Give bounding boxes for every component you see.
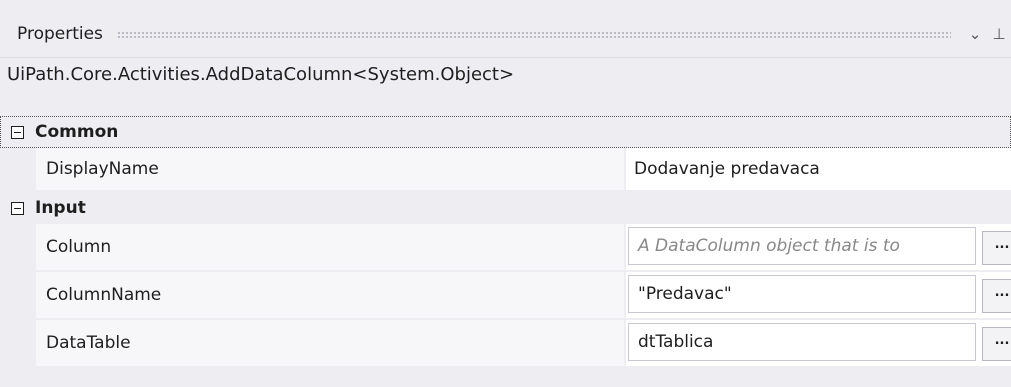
chevron-down-icon[interactable]: ⌄ [963, 25, 987, 43]
property-name-cell: DataTable [36, 320, 624, 368]
datatable-value: dtTablica ... [626, 320, 1011, 368]
category-label: Input [35, 198, 86, 218]
property-name: DisplayName [46, 159, 159, 179]
column-ellipsis-button[interactable]: ... [982, 231, 1011, 265]
columnname-value: "Predavac" ... [626, 272, 1011, 320]
title-divider [0, 57, 1011, 58]
column-field[interactable]: A DataColumn object that is to [628, 227, 976, 265]
property-name-cell: Column [36, 224, 624, 272]
property-row-datatable[interactable]: DataTable dtTablica ... [0, 320, 1011, 368]
displayname-value[interactable]: Dodavanje predavaca [626, 148, 1011, 192]
columnname-text: "Predavac" [638, 284, 732, 304]
category-input[interactable]: Input [0, 192, 1011, 224]
property-row-displayname[interactable]: DisplayName Dodavanje predavaca [0, 148, 1011, 192]
property-grid: Common DisplayName Dodavanje predavaca I… [0, 116, 1011, 368]
datatable-text: dtTablica [638, 332, 714, 352]
property-name: DataTable [46, 333, 131, 353]
properties-panel: Properties ⌄ ⊥ UiPath.Core.Activities.Ad… [0, 0, 1011, 387]
panel-title: Properties [17, 24, 103, 44]
property-name-cell: ColumnName [36, 272, 624, 320]
category-common[interactable]: Common [0, 116, 1011, 148]
panel-title-bar[interactable]: Properties ⌄ ⊥ [0, 16, 1011, 52]
activity-type-name: UiPath.Core.Activities.AddDataColumn<Sys… [7, 64, 515, 85]
datatable-field[interactable]: dtTablica [628, 323, 976, 361]
column-placeholder: A DataColumn object that is to [638, 236, 900, 256]
property-name: Column [46, 237, 112, 257]
columnname-ellipsis-button[interactable]: ... [982, 279, 1011, 313]
property-name-cell: DisplayName [36, 148, 624, 192]
property-row-column[interactable]: Column A DataColumn object that is to ..… [0, 224, 1011, 272]
collapse-icon[interactable] [11, 125, 24, 139]
drag-grip[interactable] [116, 30, 951, 38]
pin-icon[interactable]: ⊥ [987, 25, 1011, 43]
columnname-field[interactable]: "Predavac" [628, 275, 976, 313]
property-row-columnname[interactable]: ColumnName "Predavac" ... [0, 272, 1011, 320]
column-value: A DataColumn object that is to ... [626, 224, 1011, 272]
collapse-icon[interactable] [11, 201, 24, 215]
displayname-field[interactable]: Dodavanje predavaca [634, 159, 820, 179]
category-label: Common [35, 122, 119, 142]
datatable-ellipsis-button[interactable]: ... [982, 327, 1011, 361]
property-name: ColumnName [46, 285, 162, 305]
